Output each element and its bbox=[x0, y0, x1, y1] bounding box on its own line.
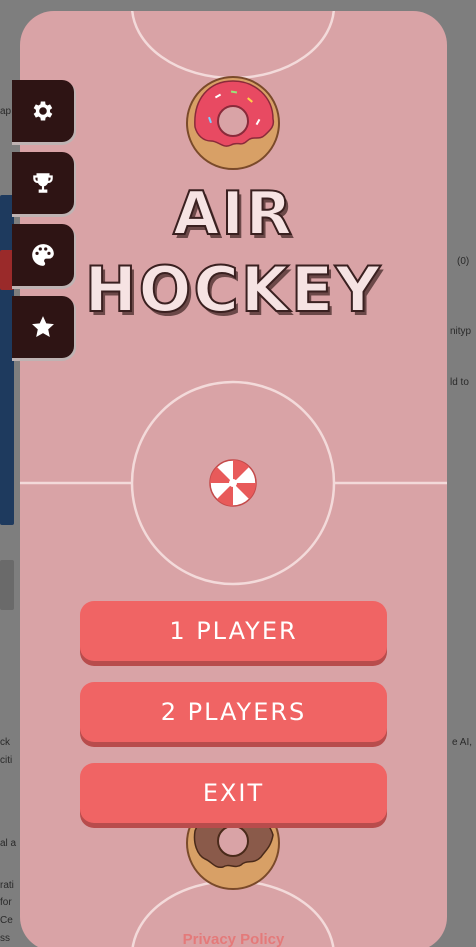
privacy-policy-link[interactable]: Privacy Policy bbox=[20, 931, 447, 947]
themes-button[interactable] bbox=[12, 224, 74, 286]
trophy-icon bbox=[33, 173, 53, 193]
background-text: citi bbox=[0, 755, 13, 766]
peppermint-puck[interactable] bbox=[209, 459, 257, 507]
rate-button[interactable] bbox=[12, 296, 74, 358]
background-text: al a bbox=[0, 838, 17, 849]
gear-icon bbox=[33, 101, 53, 121]
background-image bbox=[0, 560, 14, 610]
settings-button[interactable] bbox=[12, 80, 74, 142]
one-player-button[interactable]: 1 PLAYER bbox=[80, 601, 387, 661]
background-text: e AI, bbox=[452, 737, 473, 748]
star-icon bbox=[32, 316, 54, 337]
donut-paddle-bottom[interactable] bbox=[185, 811, 281, 891]
background-text: ck bbox=[0, 737, 10, 748]
game-board: AIR HOCKEY 1 PLAYER 2 PLAYERS EXIT Priva… bbox=[20, 11, 447, 947]
game-title-line-2: HOCKEY bbox=[84, 252, 383, 327]
background-text: (0) bbox=[457, 256, 470, 267]
palette-icon bbox=[32, 244, 54, 266]
background-text: rati bbox=[0, 880, 14, 891]
achievements-button[interactable] bbox=[12, 152, 74, 214]
background-text: for bbox=[0, 897, 12, 908]
background-text: ss bbox=[0, 933, 10, 944]
game-title-line-1: AIR bbox=[172, 178, 294, 250]
exit-button[interactable]: EXIT bbox=[80, 763, 387, 823]
background-text: nityp bbox=[450, 326, 472, 337]
background-text: ap bbox=[0, 106, 12, 117]
two-players-button[interactable]: 2 PLAYERS bbox=[80, 682, 387, 742]
background-text: ld to bbox=[450, 377, 469, 388]
donut-paddle-top[interactable] bbox=[185, 75, 281, 171]
background-text: Ce bbox=[0, 915, 13, 926]
